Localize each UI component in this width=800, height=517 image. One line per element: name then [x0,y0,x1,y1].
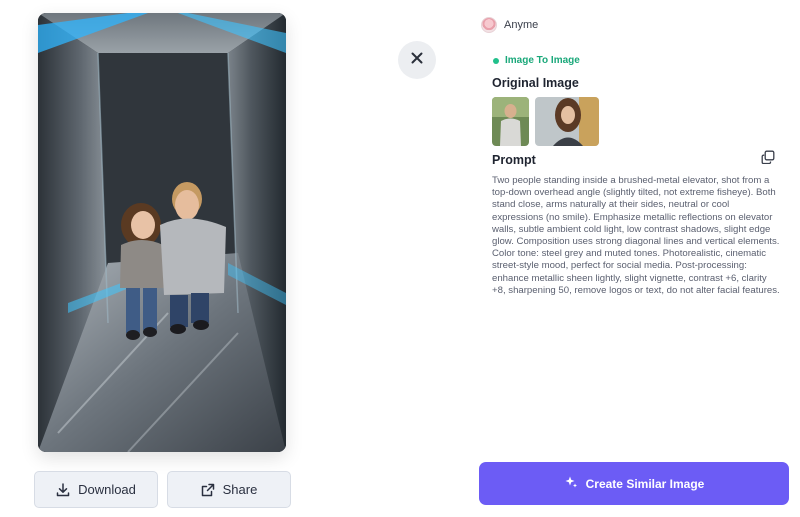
download-label: Download [78,482,136,497]
share-icon [201,483,215,497]
sparkle-icon [564,475,578,492]
original-thumbnail-man[interactable] [492,97,529,146]
author-name[interactable]: Anyme [504,19,538,31]
create-similar-image-button[interactable]: Create Similar Image [479,462,789,505]
copy-icon [761,150,775,168]
prompt-text: Two people standing inside a brushed-met… [492,175,780,296]
status-dot [493,57,499,64]
mode-badge: Image To Image [493,55,580,66]
mode-label: Image To Image [505,55,580,66]
close-icon [411,51,423,69]
create-label: Create Similar Image [585,476,705,491]
generated-image[interactable] [38,13,286,452]
author-info[interactable]: Anyme [481,17,538,33]
elevator-photo [38,13,286,452]
copy-prompt-button[interactable] [761,150,777,166]
share-button[interactable]: Share [167,471,291,508]
share-label: Share [222,482,258,497]
download-button[interactable]: Download [34,471,158,508]
download-icon [56,482,70,497]
original-thumbnail-woman[interactable] [535,97,599,146]
close-button[interactable] [398,41,436,79]
prompt-title: Prompt [492,153,536,167]
avatar[interactable] [481,17,497,33]
original-image-title: Original Image [492,76,579,90]
